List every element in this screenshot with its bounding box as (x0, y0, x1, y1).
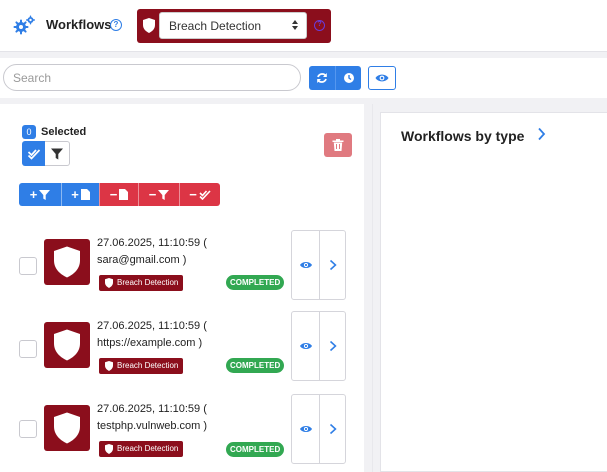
shield-icon (143, 18, 155, 33)
toolbar (0, 58, 607, 98)
chevron-right-icon (329, 423, 337, 435)
list-item: 27.06.2025, 11:10:59 ( https://example.c… (0, 311, 364, 397)
filter-button[interactable] (45, 141, 70, 166)
module-selector-bar: Breach Detection ? (137, 9, 331, 43)
minus-icon: − (109, 187, 118, 202)
shield-icon (105, 361, 113, 371)
trash-icon (332, 139, 344, 151)
chart-panel-title: Workflows by type (401, 128, 525, 144)
row-target: sara@gmail.com ) (97, 254, 187, 266)
plus-icon: + (29, 187, 38, 202)
select-all-button[interactable] (22, 141, 45, 166)
shield-icon (54, 246, 80, 278)
page-title: Workflows (46, 17, 112, 32)
shield-icon (54, 412, 80, 444)
schedule-button[interactable] (335, 66, 361, 90)
filter-icon (51, 148, 63, 159)
avatar (44, 322, 90, 368)
filter-icon (158, 189, 170, 200)
view-button[interactable] (292, 312, 319, 380)
add-filter-button[interactable]: + (19, 183, 61, 206)
view-toggle-button[interactable] (368, 66, 396, 90)
row-action-buttons (291, 230, 346, 300)
module-badge: Breach Detection (99, 441, 184, 457)
module-badge: Breach Detection (99, 358, 184, 374)
module-badge: Breach Detection (99, 275, 184, 291)
row-date: 27.06.2025, 11:10:59 ( (97, 403, 207, 415)
eye-icon (299, 343, 312, 349)
chart-panel: Workflows by type (380, 112, 607, 472)
open-button[interactable] (320, 312, 346, 380)
chevron-right-icon (329, 259, 337, 271)
row-action-buttons (291, 394, 346, 464)
status-badge: COMPLETED (226, 358, 285, 373)
file-icon (119, 189, 129, 200)
eye-icon (299, 262, 312, 268)
row-target: testphp.vulnweb.com ) (97, 420, 208, 432)
row-checkbox[interactable] (19, 420, 37, 438)
remove-filter-button[interactable]: − (138, 183, 179, 206)
row-date: 27.06.2025, 11:10:59 ( (97, 237, 207, 249)
minus-icon: − (189, 187, 197, 202)
delete-button[interactable] (324, 133, 352, 157)
open-button[interactable] (320, 395, 346, 463)
filter-icon (39, 189, 51, 200)
double-check-icon (199, 189, 211, 200)
refresh-icon (317, 73, 327, 83)
status-badge: COMPLETED (226, 442, 285, 457)
view-button[interactable] (292, 395, 319, 463)
chevron-right-icon (329, 340, 337, 352)
module-help-icon[interactable]: ? (314, 20, 325, 31)
eye-icon (375, 74, 389, 82)
add-file-button[interactable]: + (61, 183, 99, 206)
shield-icon (105, 444, 113, 454)
help-icon[interactable]: ? (110, 19, 122, 31)
module-badge-label: Breach Detection (117, 278, 179, 287)
module-badge-label: Breach Detection (117, 361, 179, 370)
gears-icon (13, 15, 35, 35)
status-badge: COMPLETED (226, 275, 285, 290)
selected-label: Selected (41, 126, 87, 138)
select-caret-icon (292, 20, 298, 30)
minus-icon: − (148, 187, 157, 202)
remove-selected-button[interactable]: − (179, 183, 220, 206)
row-target: https://example.com ) (97, 337, 203, 349)
workflow-list-panel: 0 Selected + + − − − 27.06.2025, 11:10:5… (0, 104, 364, 472)
module-badge-label: Breach Detection (117, 444, 179, 453)
row-checkbox[interactable] (19, 257, 37, 275)
panel-divider (372, 104, 373, 472)
shield-icon (105, 278, 113, 288)
row-checkbox[interactable] (19, 340, 37, 358)
module-select[interactable]: Breach Detection (159, 12, 307, 39)
chevron-right-icon[interactable] (537, 127, 546, 141)
row-action-buttons (291, 311, 346, 381)
module-select-value: Breach Detection (169, 19, 262, 33)
avatar (44, 405, 90, 451)
double-check-icon (27, 148, 40, 159)
list-item: 27.06.2025, 11:10:59 ( testphp.vulnweb.c… (0, 394, 364, 472)
refresh-button[interactable] (309, 66, 335, 90)
avatar (44, 239, 90, 285)
view-button[interactable] (292, 231, 319, 299)
open-button[interactable] (320, 231, 346, 299)
clock-icon (343, 73, 354, 83)
shield-icon (54, 329, 80, 361)
bulk-action-group: + + − − − (19, 183, 220, 206)
eye-icon (299, 426, 312, 432)
remove-file-button[interactable]: − (99, 183, 138, 206)
file-icon (80, 189, 90, 200)
top-bar: Workflows ? Breach Detection ? (0, 0, 607, 52)
plus-icon: + (71, 187, 79, 202)
row-date: 27.06.2025, 11:10:59 ( (97, 320, 207, 332)
search-input[interactable] (3, 64, 301, 91)
list-item: 27.06.2025, 11:10:59 ( sara@gmail.com ) … (0, 230, 364, 314)
selected-count-badge: 0 (22, 125, 36, 139)
